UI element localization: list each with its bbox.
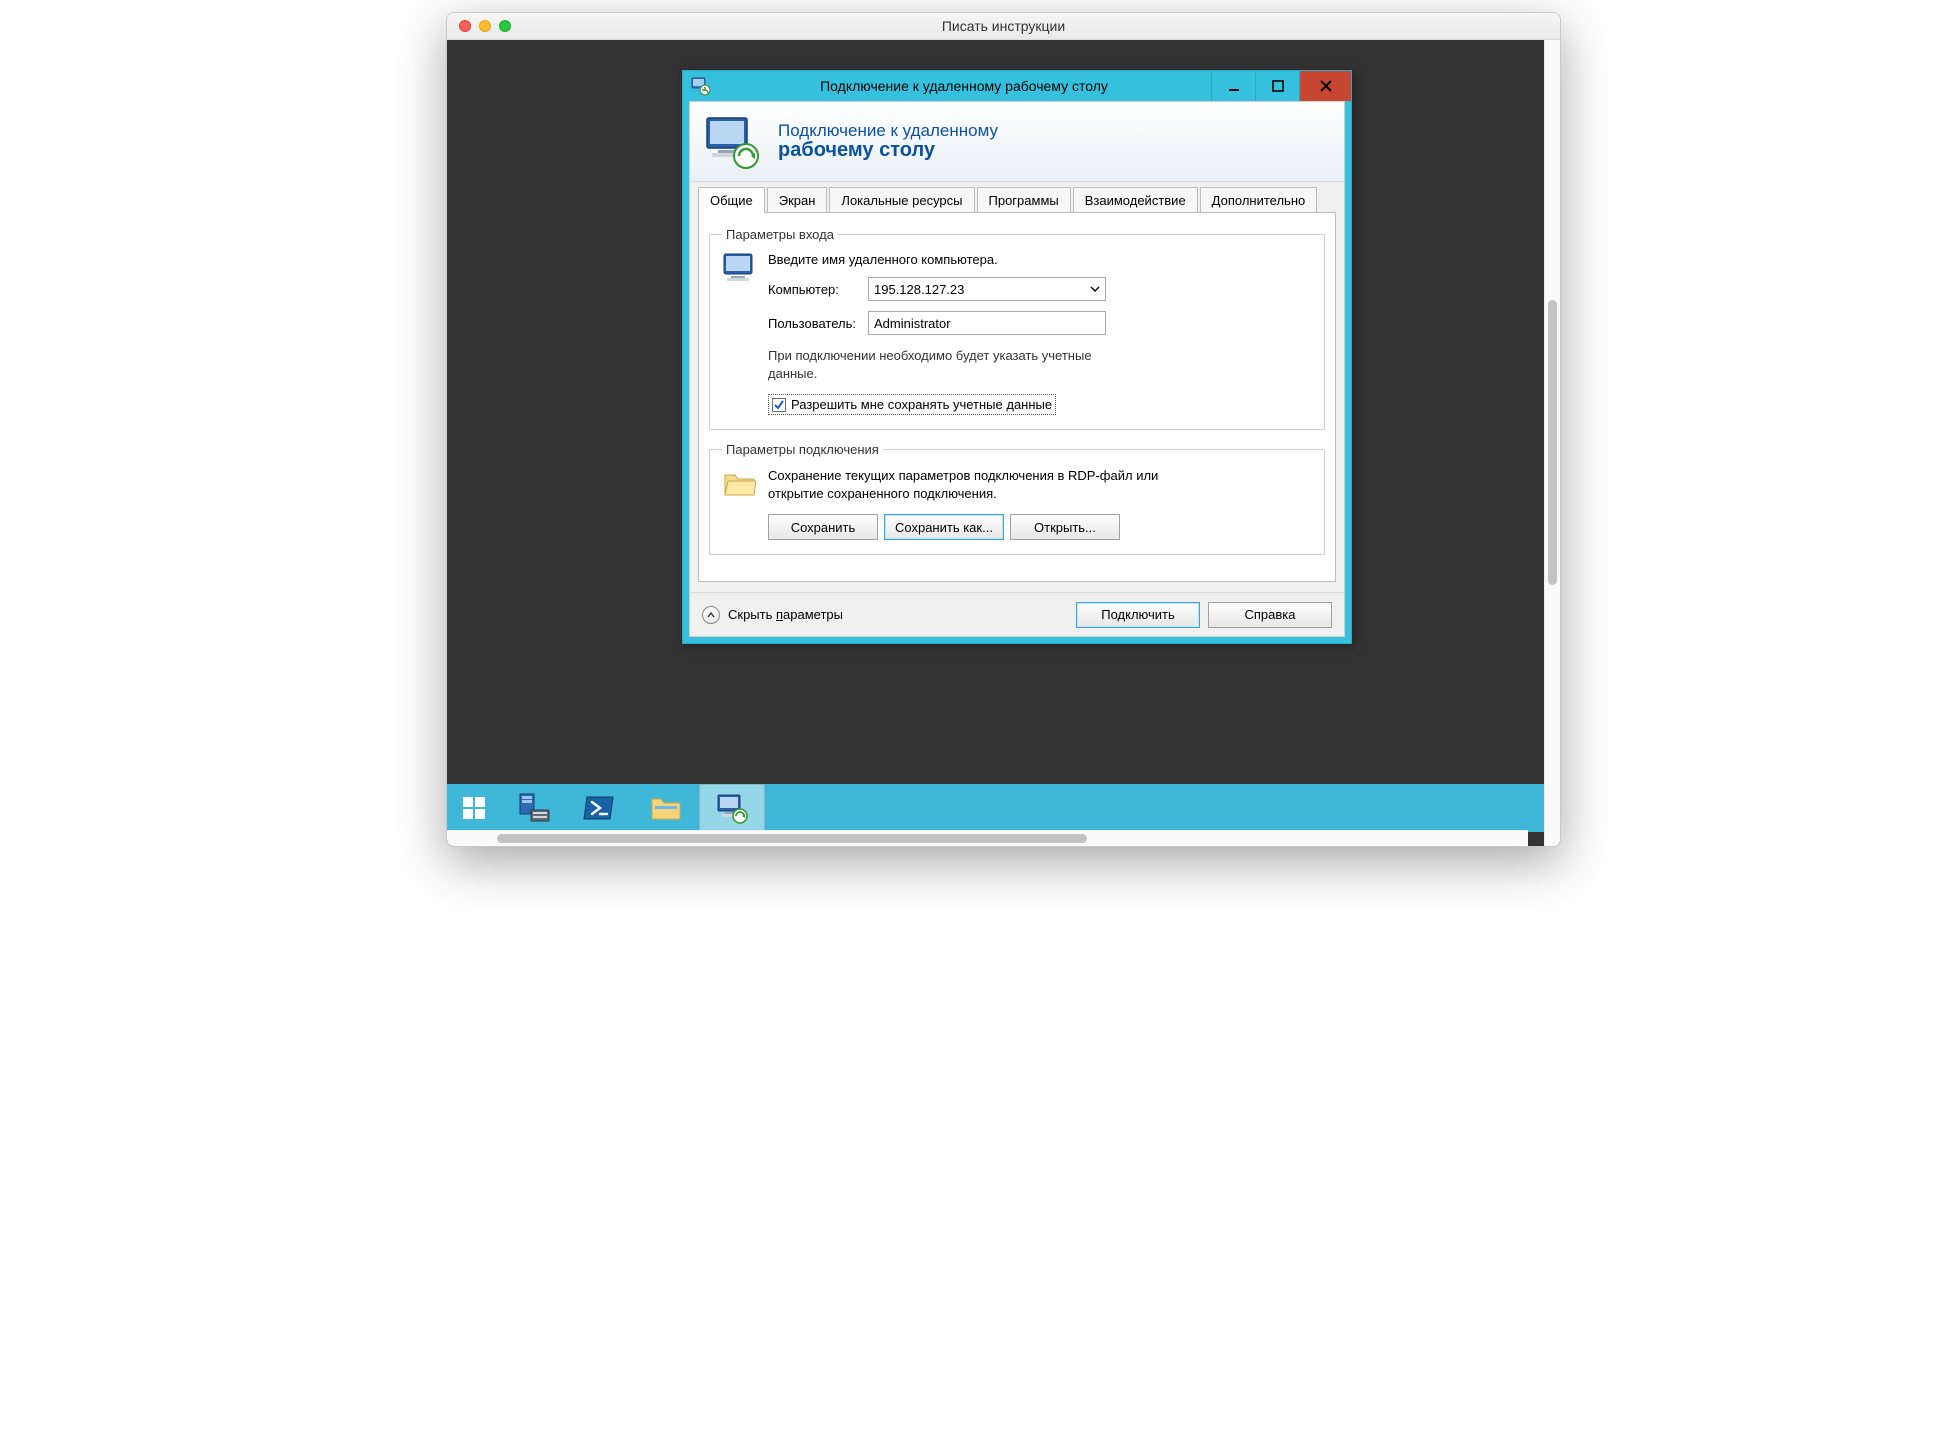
maximize-icon: [1272, 80, 1284, 92]
start-button[interactable]: [447, 784, 501, 832]
scrollbar-thumb[interactable]: [1548, 300, 1557, 585]
save-button[interactable]: Сохранить: [768, 514, 878, 540]
hide-options-toggle[interactable]: Скрыть параметры: [702, 606, 843, 624]
computer-label: Компьютер:: [768, 282, 868, 297]
maximize-button[interactable]: [1255, 71, 1299, 101]
help-button[interactable]: Справка: [1208, 602, 1332, 628]
tab-local-resources[interactable]: Локальные ресурсы: [829, 187, 974, 213]
tab-panel-general: Параметры входа: [698, 212, 1336, 582]
rdp-window: Подключение к удаленному рабочему столу: [682, 70, 1352, 644]
host-window: Писать инструкции: [446, 12, 1561, 847]
tabstrip: Общие Экран Локальные ресурсы Программы …: [698, 187, 1336, 213]
tab-display[interactable]: Экран: [767, 187, 828, 213]
rdp-footer: Скрыть параметры Подключить Справка: [690, 592, 1344, 636]
rdp-window-title: Подключение к удаленному рабочему столу: [717, 78, 1211, 94]
rdp-title-icon: [691, 76, 711, 96]
tab-advanced[interactable]: Дополнительно: [1200, 187, 1318, 213]
user-value: Administrator: [874, 316, 951, 331]
tab-general[interactable]: Общие: [698, 187, 765, 213]
rdp-titlebar[interactable]: Подключение к удаленному рабочему столу: [683, 71, 1351, 101]
chevron-down-icon: [1090, 284, 1100, 294]
rdp-banner-line1: Подключение к удаленному: [778, 121, 998, 141]
user-input[interactable]: Administrator: [868, 311, 1106, 335]
host-vertical-scrollbar[interactable]: [1544, 40, 1560, 846]
rdp-icon: [715, 792, 749, 824]
server-manager-icon: [517, 792, 551, 824]
windows-desktop: Подключение к удаленному рабочему столу: [447, 40, 1544, 846]
rdp-banner-icon: [704, 114, 764, 170]
windows-icon: [461, 795, 487, 821]
taskbar-server-manager[interactable]: [501, 784, 567, 832]
connect-button[interactable]: Подключить: [1076, 602, 1200, 628]
rdp-banner: Подключение к удаленному рабочему столу: [690, 102, 1344, 182]
tab-experience[interactable]: Взаимодействие: [1073, 187, 1198, 213]
host-window-title: Писать инструкции: [447, 18, 1560, 34]
open-button[interactable]: Открыть...: [1010, 514, 1120, 540]
save-as-button[interactable]: Сохранить как...: [884, 514, 1004, 540]
minimize-button[interactable]: [1211, 71, 1255, 101]
connection-settings-group: Параметры подключения: [709, 442, 1325, 555]
tab-programs[interactable]: Программы: [977, 187, 1071, 213]
folder-icon: [722, 467, 768, 540]
computer-combobox[interactable]: 195.128.127.23: [868, 277, 1106, 301]
save-credentials-label: Разрешить мне сохранять учетные данные: [791, 397, 1052, 412]
login-settings-group: Параметры входа: [709, 227, 1325, 430]
computer-value: 195.128.127.23: [874, 282, 964, 297]
login-instruction: Введите имя удаленного компьютера.: [768, 252, 1312, 267]
credentials-note: При подключении необходимо будет указать…: [768, 347, 1128, 382]
close-icon: [1319, 79, 1333, 93]
save-credentials-checkbox[interactable]: Разрешить мне сохранять учетные данные: [768, 394, 1056, 415]
checkbox-icon: [772, 398, 786, 412]
hide-options-label: Скрыть параметры: [728, 607, 843, 622]
close-button[interactable]: [1299, 71, 1351, 101]
host-titlebar: Писать инструкции: [447, 13, 1560, 40]
taskbar-explorer[interactable]: [633, 784, 699, 832]
user-label: Пользователь:: [768, 316, 868, 331]
explorer-icon: [649, 793, 683, 823]
host-horizontal-scrollbar[interactable]: [447, 830, 1528, 846]
minimize-icon: [1228, 80, 1240, 92]
connection-note: Сохранение текущих параметров подключени…: [768, 467, 1198, 502]
scrollbar-thumb[interactable]: [497, 834, 1087, 843]
computer-icon: [722, 252, 768, 415]
powershell-icon: [583, 793, 617, 823]
taskbar-powershell[interactable]: [567, 784, 633, 832]
login-settings-legend: Параметры входа: [722, 227, 838, 242]
connection-settings-legend: Параметры подключения: [722, 442, 883, 457]
windows-taskbar: [447, 784, 1544, 832]
taskbar-rdp[interactable]: [699, 784, 765, 832]
rdp-banner-line2: рабочему столу: [778, 139, 998, 162]
chevron-up-icon: [702, 606, 720, 624]
